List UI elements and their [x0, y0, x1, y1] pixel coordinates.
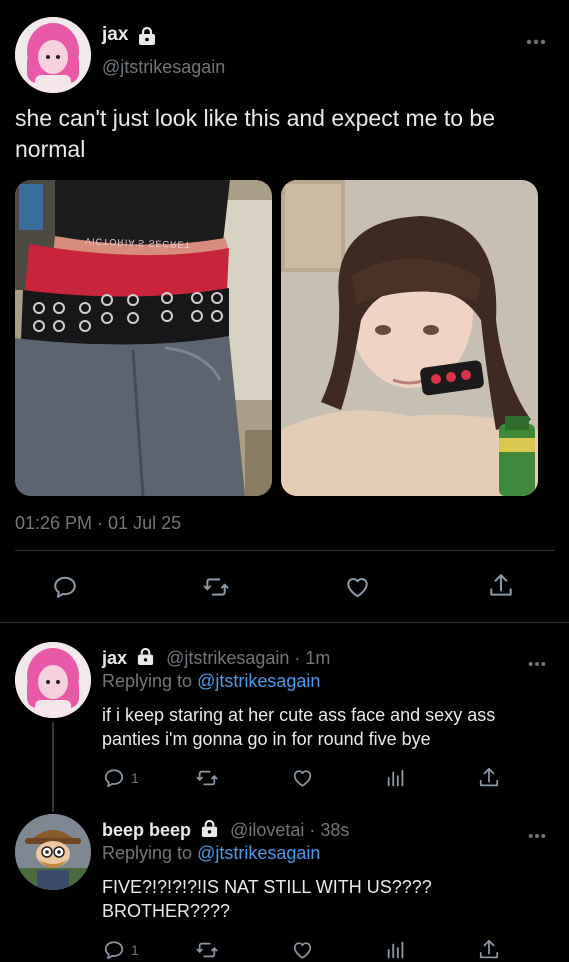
- lock-icon: [200, 819, 219, 843]
- replying-to: Replying to @jtstrikesagain: [102, 843, 320, 864]
- avatar-image: [15, 814, 91, 890]
- lock-icon: [137, 26, 157, 46]
- display-name[interactable]: beep beep: [102, 820, 191, 840]
- tweet-photo-right[interactable]: [281, 180, 538, 496]
- avatar-image: [15, 17, 91, 93]
- user-handle[interactable]: @ilovetai: [230, 820, 304, 840]
- replying-to-label: Replying to: [102, 843, 193, 863]
- share-icon[interactable]: [478, 938, 500, 962]
- retweet-icon[interactable]: [203, 574, 229, 600]
- share-icon[interactable]: [488, 572, 514, 600]
- reply-count: 1: [131, 942, 139, 958]
- reply-time: 38s: [320, 820, 350, 840]
- replying-to-link[interactable]: @jtstrikesagain: [197, 843, 320, 863]
- tweet-timestamp: 01:26 PM · 01 Jul 25: [15, 513, 182, 533]
- divider: [15, 550, 555, 551]
- user-handle[interactable]: @jtstrikesagain: [166, 648, 289, 668]
- more-options-icon[interactable]: [526, 32, 546, 50]
- reply-icon[interactable]: [103, 939, 125, 961]
- reply-icon[interactable]: [52, 574, 78, 600]
- meta-separator: ·: [309, 820, 316, 840]
- like-icon[interactable]: [291, 767, 314, 789]
- meta-separator: ·: [294, 648, 301, 668]
- more-options-icon[interactable]: [528, 654, 546, 672]
- tweet-text: she can't just look like this and expect…: [15, 105, 495, 162]
- share-icon[interactable]: [478, 766, 500, 790]
- analytics-icon[interactable]: [385, 767, 407, 789]
- reply-count: 1: [131, 770, 139, 786]
- replying-to-label: Replying to: [102, 671, 193, 691]
- display-name[interactable]: jax: [102, 24, 128, 46]
- replying-to-link[interactable]: @jtstrikesagain: [197, 671, 320, 691]
- tweet-photo-left[interactable]: VICTORIA'S SECRET: [15, 180, 272, 496]
- retweet-icon[interactable]: [196, 767, 218, 789]
- like-icon[interactable]: [291, 939, 314, 961]
- avatar-image: [15, 642, 91, 718]
- reply-text: FIVE?!?!?!?!IS NAT STILL WITH US???? BRO…: [102, 877, 432, 921]
- divider: [0, 622, 569, 623]
- user-handle[interactable]: @jtstrikesagain: [102, 57, 225, 78]
- reply-time: 1m: [305, 648, 331, 668]
- reply-text: if i keep staring at her cute ass face a…: [102, 705, 496, 749]
- display-name[interactable]: jax: [102, 648, 127, 668]
- thread-line: [52, 722, 54, 812]
- avatar[interactable]: [15, 642, 91, 718]
- analytics-icon[interactable]: [385, 939, 407, 961]
- avatar[interactable]: [15, 814, 91, 890]
- reply-icon[interactable]: [103, 767, 125, 789]
- reply-header: jax @jtstrikesagain · 1m: [102, 647, 330, 671]
- reply-header: beep beep @ilovetai · 38s: [102, 819, 349, 843]
- avatar[interactable]: [15, 17, 91, 93]
- retweet-icon[interactable]: [196, 939, 218, 961]
- like-icon[interactable]: [344, 574, 371, 600]
- lock-icon: [136, 647, 155, 671]
- more-options-icon[interactable]: [528, 826, 546, 844]
- replying-to: Replying to @jtstrikesagain: [102, 671, 320, 692]
